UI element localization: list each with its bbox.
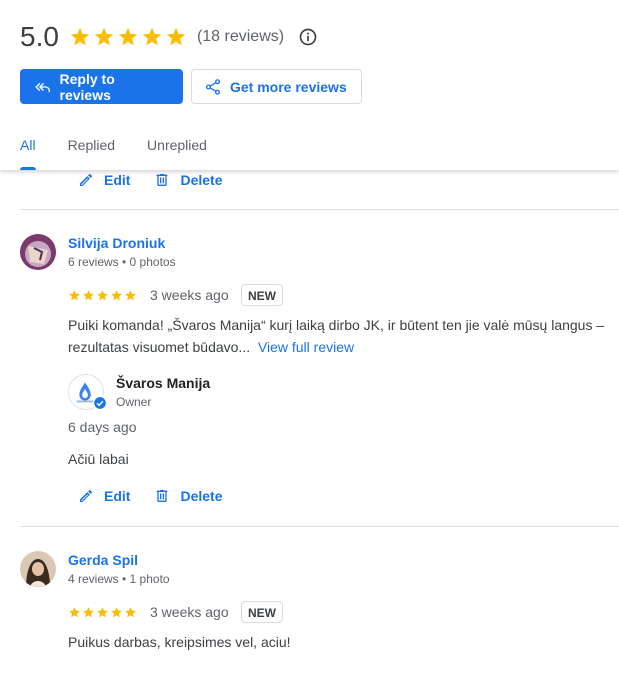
info-icon[interactable] [298, 27, 318, 47]
reviewer-name[interactable]: Silvija Droniuk [68, 235, 165, 251]
review-time: 3 weeks ago [150, 287, 229, 303]
star-icon [83, 290, 94, 301]
tab-unreplied[interactable]: Unreplied [147, 124, 207, 170]
review-text: Puiki komanda! „Švaros Manija“ kurį laik… [68, 314, 604, 358]
average-rating-stars [69, 26, 187, 48]
reply-actions: Edit Delete [78, 488, 246, 504]
review-text: Puikus darbas, kreipsimes vel, aciu! [68, 634, 291, 650]
owner-role: Owner [116, 395, 152, 409]
view-full-review-link[interactable]: View full review [258, 339, 354, 355]
star-icon [97, 607, 108, 618]
get-more-reviews-label: Get more reviews [230, 78, 347, 95]
trash-icon [157, 174, 168, 186]
delete-label: Delete [180, 172, 223, 188]
tab-all[interactable]: All [20, 124, 36, 170]
header-actions: Reply to reviews Get more reviews [20, 69, 362, 104]
star-icon [166, 27, 186, 46]
new-badge: NEW [241, 601, 283, 623]
tab-replied[interactable]: Replied [68, 124, 115, 170]
review-time: 3 weeks ago [150, 604, 229, 620]
review-filter-tabs: All Replied Unreplied [20, 124, 239, 170]
reply-to-reviews-label: Reply to reviews [59, 70, 115, 103]
star-icon [83, 607, 94, 618]
reviewer-meta: 6 reviews • 0 photos [68, 255, 176, 269]
reviews-header: 5.0 (18 reviews) Reply to reviews Get mo… [0, 0, 619, 170]
edit-label: Edit [104, 488, 131, 504]
edit-reply-button[interactable]: Edit [78, 172, 130, 188]
delete-reply-button[interactable]: Delete [154, 172, 222, 188]
reply-time: 6 days ago [68, 419, 137, 435]
reply-text: Ačiū labai [68, 451, 129, 467]
review-text-line: rezultatas visuomet būdavo... View full … [68, 336, 604, 358]
owner-name: Švaros Manija [116, 375, 211, 391]
review-text-truncated: rezultatas visuomet būdavo... [68, 339, 251, 355]
get-more-reviews-button[interactable]: Get more reviews [191, 69, 362, 104]
star-icon [94, 27, 114, 46]
trash-icon [157, 490, 168, 502]
edit-label: Edit [104, 172, 131, 188]
reviewer-name[interactable]: Gerda Spil [68, 552, 138, 568]
pencil-icon [80, 489, 93, 502]
star-icon [118, 27, 138, 46]
star-icon [97, 290, 108, 301]
reviewer-meta: 4 reviews • 1 photo [68, 572, 170, 586]
review-rating-stars [68, 289, 137, 302]
delete-label: Delete [180, 488, 223, 504]
divider [20, 526, 619, 527]
star-icon [111, 607, 122, 618]
review-text-line: Puiki komanda! „Švaros Manija“ kurį laik… [68, 317, 605, 333]
star-icon [142, 27, 162, 46]
verified-icon [93, 396, 107, 410]
review-count: (18 reviews) [196, 28, 285, 45]
average-rating: 5.0 [20, 21, 59, 52]
avatar[interactable] [20, 234, 56, 270]
share-icon [205, 78, 221, 95]
edit-reply-button[interactable]: Edit [78, 488, 130, 504]
delete-reply-button[interactable]: Delete [154, 488, 222, 504]
divider [20, 209, 619, 210]
avatar[interactable] [20, 551, 56, 587]
rating-summary: 5.0 (18 reviews) [20, 18, 318, 56]
star-icon [69, 290, 80, 301]
star-icon [70, 27, 90, 46]
new-badge: NEW [241, 284, 283, 306]
review-rating-stars [68, 606, 137, 619]
star-icon [125, 290, 136, 301]
pencil-icon [80, 173, 93, 186]
previous-review-actions: Edit Delete [78, 172, 246, 188]
star-icon [111, 290, 122, 301]
star-icon [125, 607, 136, 618]
reply-to-reviews-button[interactable]: Reply to reviews [20, 69, 183, 104]
reply-all-icon [35, 82, 50, 92]
star-icon [69, 607, 80, 618]
